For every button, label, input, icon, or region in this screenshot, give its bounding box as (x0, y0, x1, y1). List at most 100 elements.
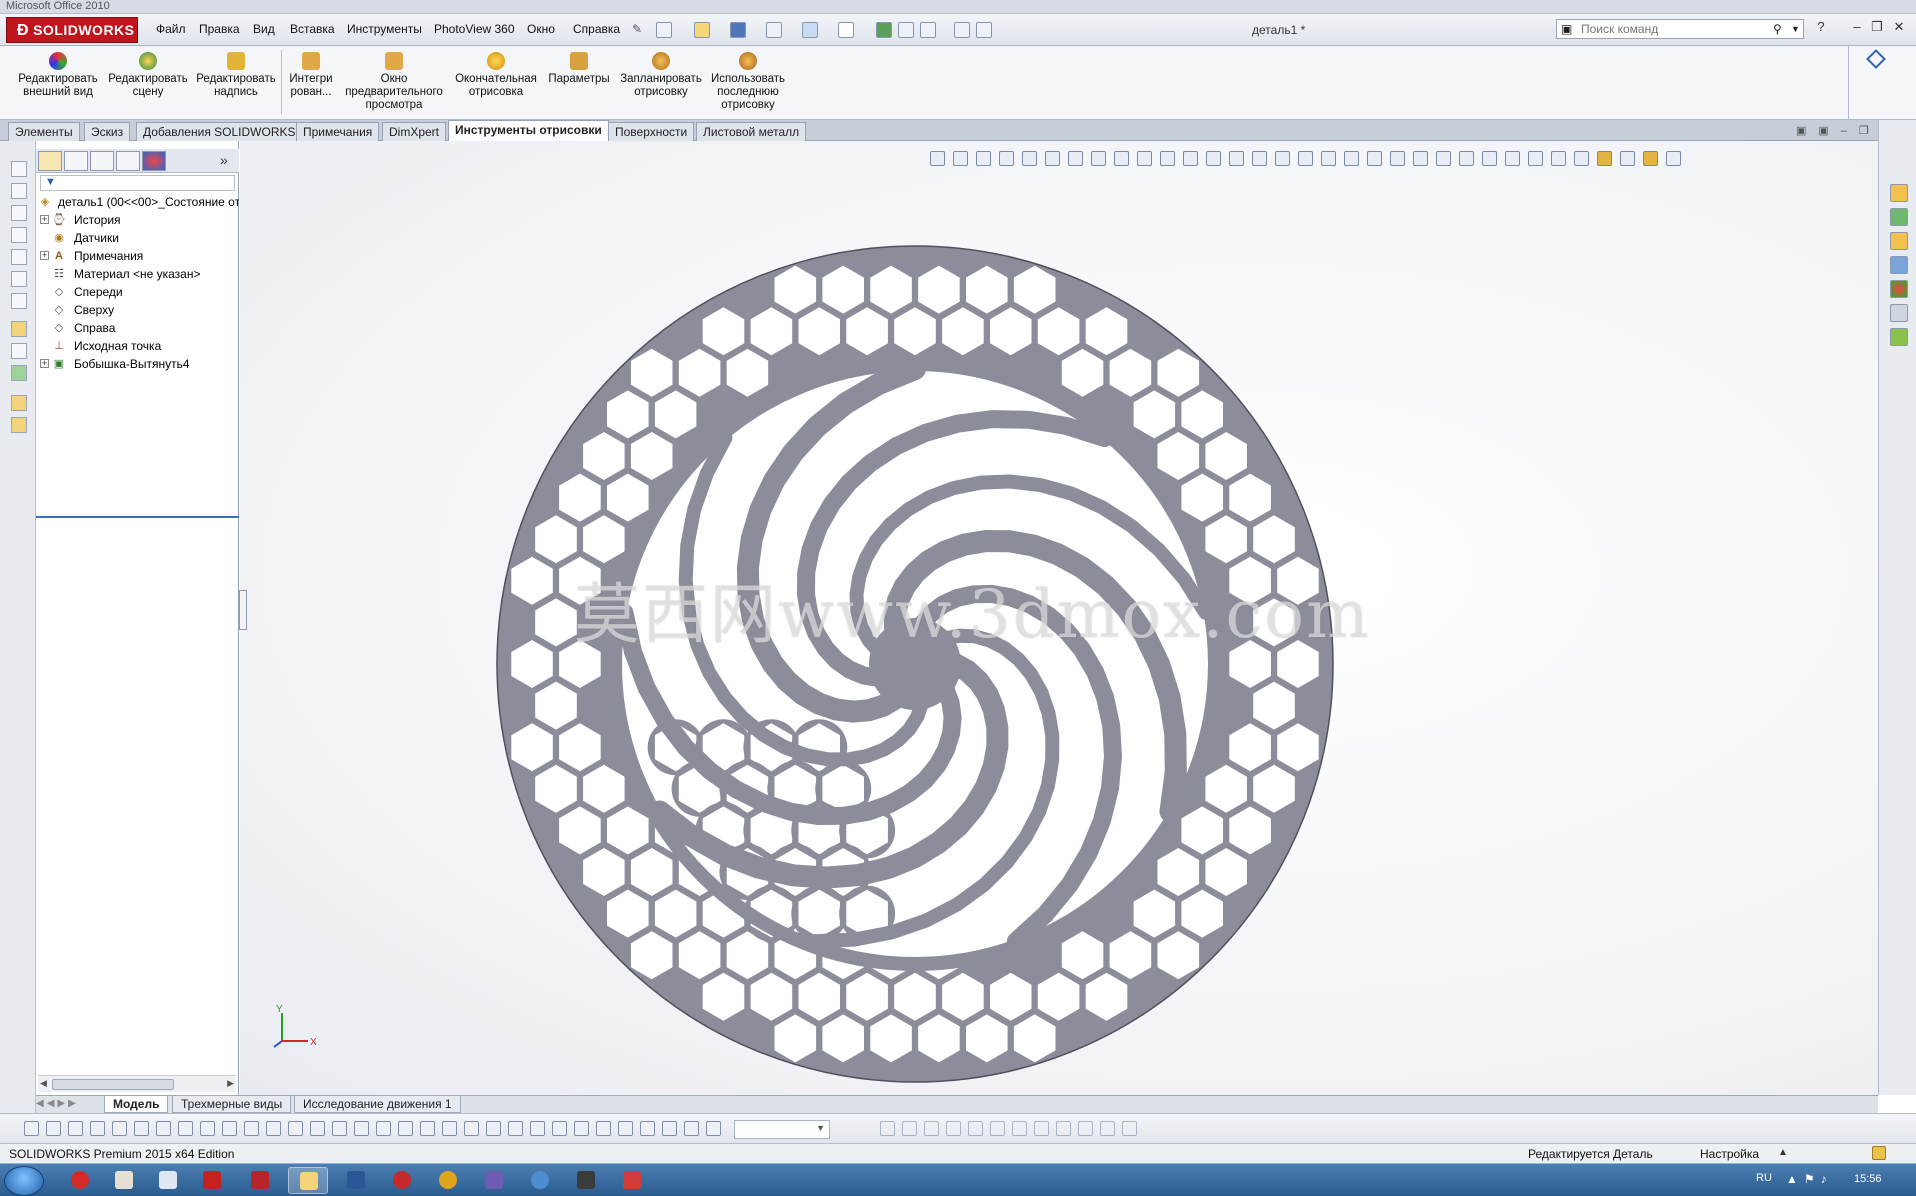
tree-item-annotations[interactable]: + A Примечания (36, 247, 239, 265)
sketch-tool-icon[interactable] (376, 1121, 391, 1136)
custom-properties-icon[interactable] (1890, 304, 1908, 322)
taskbar-app[interactable] (428, 1167, 468, 1194)
tab-3d-views[interactable]: Трехмерные виды (172, 1096, 292, 1113)
sketch-tool-icon[interactable] (354, 1121, 369, 1136)
edit-appearance-button[interactable]: Редактировать внешний вид (16, 52, 100, 99)
sketch-tool-icon[interactable] (332, 1121, 347, 1136)
save-icon[interactable] (730, 22, 746, 38)
sketch-tool-icon[interactable] (420, 1121, 435, 1136)
left-view-icon[interactable] (1183, 151, 1198, 166)
menu-tools[interactable]: Инструменты (347, 22, 422, 36)
schedule-render-button[interactable]: Запланировать отрисовку (616, 52, 706, 99)
sketch-tool-icon[interactable] (244, 1121, 259, 1136)
command-search-field[interactable]: ▣ ⚲ ▼ (1556, 19, 1804, 39)
tab-surfaces[interactable]: Поверхности (608, 122, 695, 141)
rebuild-status-icon[interactable] (1872, 1146, 1886, 1160)
expand-icon[interactable]: + (40, 251, 49, 260)
bottom-view-icon[interactable] (11, 271, 27, 287)
perspective-icon[interactable] (1597, 151, 1612, 166)
property-manager-tab-icon[interactable] (64, 151, 88, 171)
taskbar-app-active[interactable] (288, 1167, 328, 1194)
open-folder-icon[interactable] (694, 22, 710, 38)
configuration-manager-tab-icon[interactable] (90, 151, 114, 171)
sketch-tool-icon[interactable] (90, 1121, 105, 1136)
right-view-icon[interactable] (11, 227, 27, 243)
layer-tool-icon[interactable] (946, 1121, 961, 1136)
menu-help[interactable]: Справка (573, 22, 620, 36)
tab-dimxpert[interactable]: DimXpert (382, 122, 447, 141)
start-button-icon[interactable] (4, 1166, 44, 1196)
print-icon[interactable] (766, 22, 782, 38)
tree-filter-field[interactable]: ▼ (40, 175, 235, 191)
render-options-button[interactable]: Параметры (546, 52, 612, 86)
sketch-tool-icon[interactable] (46, 1121, 61, 1136)
search-input[interactable] (1581, 22, 1771, 36)
sketch-tool-icon[interactable] (640, 1121, 655, 1136)
sketch-tool-icon[interactable] (200, 1121, 215, 1136)
tree-item-right-plane[interactable]: ◇ Справа (36, 319, 239, 337)
tab-addins[interactable]: Добавления SOLIDWORKS (136, 122, 303, 141)
pan-icon[interactable] (1068, 151, 1083, 166)
sketch-tool-icon[interactable] (222, 1121, 237, 1136)
view-palette-icon[interactable] (1890, 328, 1908, 346)
taskbar-app[interactable] (148, 1167, 188, 1194)
keyboard-language[interactable]: RU (1756, 1172, 1772, 1184)
final-render-button[interactable]: Окончательная отрисовка (452, 52, 540, 99)
taskbar-app[interactable] (192, 1167, 232, 1194)
sketch-tool-icon[interactable] (112, 1121, 127, 1136)
tab-annotations[interactable]: Примечания (296, 122, 380, 141)
scrollbar-thumb[interactable] (52, 1079, 174, 1090)
tasks-icon[interactable] (11, 395, 27, 411)
options-gear-icon[interactable] (920, 22, 936, 38)
top-view-icon[interactable] (11, 249, 27, 265)
taskbar-app[interactable] (474, 1167, 514, 1194)
section-view-icon[interactable] (1459, 151, 1474, 166)
sketch-tool-icon[interactable] (662, 1121, 677, 1136)
layer-tool-icon[interactable] (990, 1121, 1005, 1136)
zoom-in-out-icon[interactable] (999, 151, 1014, 166)
taskbar-app[interactable] (382, 1167, 422, 1194)
rotate-icon[interactable] (1045, 151, 1060, 166)
layer-tool-icon[interactable] (1078, 1121, 1093, 1136)
home-icon[interactable] (1890, 184, 1908, 202)
scroll-right-icon[interactable]: ▶ (227, 1078, 234, 1089)
taskbar-app[interactable] (60, 1167, 100, 1194)
sketch-tool-icon[interactable] (618, 1121, 633, 1136)
panel-splitter-handle[interactable] (239, 590, 247, 630)
top-view-icon[interactable] (1229, 151, 1244, 166)
menu-window[interactable]: Окно (527, 22, 555, 36)
layer-tool-icon[interactable] (924, 1121, 939, 1136)
custom-setting-arrow-icon[interactable]: ▲ (1778, 1147, 1788, 1158)
select-arrow-icon[interactable] (838, 22, 854, 38)
normal-to-icon[interactable] (1344, 151, 1359, 166)
sketch-tool-icon[interactable] (442, 1121, 457, 1136)
left-view-icon[interactable] (11, 205, 27, 221)
expand-icon[interactable]: + (40, 215, 49, 224)
display-style-icon[interactable] (1666, 151, 1681, 166)
taskbar-app[interactable] (104, 1167, 144, 1194)
tab-scroll-arrows[interactable]: ◀◀▶▶ (36, 1098, 100, 1112)
apply-scene-icon[interactable] (1528, 151, 1543, 166)
zoom-to-fit-icon[interactable] (953, 151, 968, 166)
tree-item-history[interactable]: + ⌚ История (36, 211, 239, 229)
tab-features[interactable]: Элементы (8, 122, 80, 141)
taskbar-app[interactable] (612, 1167, 652, 1194)
clock[interactable]: 15:56 (1854, 1173, 1882, 1185)
layer-tool-icon[interactable] (1122, 1121, 1137, 1136)
edit-decal-button[interactable]: Редактировать надпись (194, 52, 278, 99)
graphics-area[interactable]: 莫西网www.3dmox.com Y X (240, 141, 1878, 1095)
tree-horizontal-scrollbar[interactable]: ◀ ▶ (38, 1075, 236, 1092)
right-view-icon[interactable] (1206, 151, 1221, 166)
trimetric-view-icon[interactable] (1298, 151, 1313, 166)
tab-render-tools[interactable]: Инструменты отрисовки (448, 120, 609, 141)
tab-model[interactable]: Модель (104, 1096, 169, 1113)
smart-dimension-icon[interactable] (11, 343, 27, 359)
close-button[interactable]: ✕ (1890, 20, 1908, 36)
expand-panel-icon[interactable]: » (220, 152, 228, 168)
taskbar-app[interactable] (336, 1167, 376, 1194)
front-view-icon[interactable] (1137, 151, 1152, 166)
tab-motion-study[interactable]: Исследование движения 1 (294, 1096, 461, 1113)
edit-appearance-icon[interactable] (1505, 151, 1520, 166)
zoom-to-area-icon[interactable] (976, 151, 991, 166)
sketch-tool-icon[interactable] (398, 1121, 413, 1136)
